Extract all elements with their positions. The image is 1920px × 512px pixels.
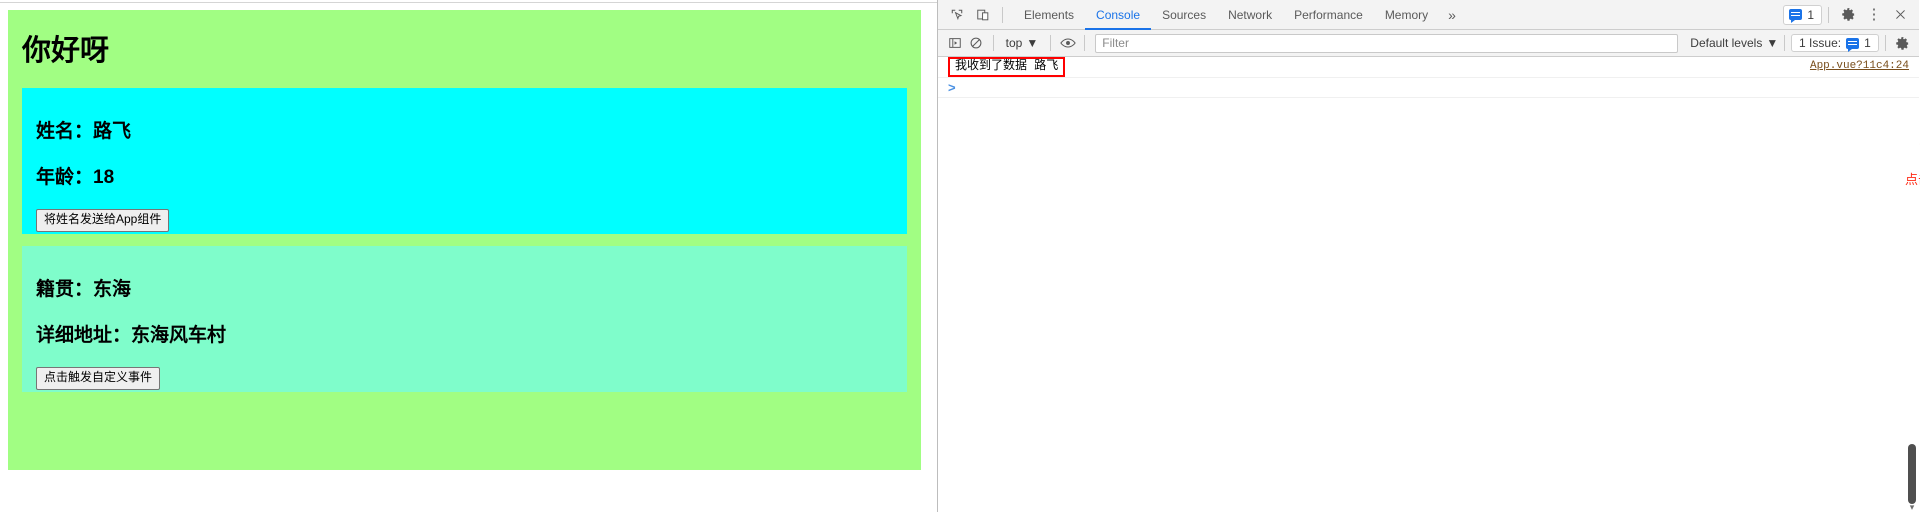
screen-root: 你好呀 姓名：路飞 年龄：18 将姓名发送给App组件 籍贯：东海 详细地址：东…	[0, 0, 1920, 512]
clear-console-icon[interactable]	[965, 31, 986, 55]
gear-icon[interactable]	[1835, 3, 1861, 27]
browser-page-viewport: 你好呀 姓名：路飞 年龄：18 将姓名发送给App组件 籍贯：东海 详细地址：东…	[0, 0, 938, 512]
close-icon[interactable]	[1887, 3, 1913, 27]
execution-context-value: top	[1005, 36, 1023, 50]
tab-memory[interactable]: Memory	[1374, 0, 1439, 30]
log-levels-value: Default levels	[1690, 36, 1763, 50]
scroll-down-arrow-icon[interactable]: ▾	[1907, 502, 1917, 512]
tab-elements[interactable]: Elements	[1013, 0, 1085, 30]
prompt-caret-icon: >	[948, 80, 956, 95]
device-toolbar-icon[interactable]	[970, 3, 996, 27]
console-log-source-link[interactable]: App.vue?11c4:24	[1810, 60, 1909, 72]
console-scrollbar[interactable]: ▾	[1908, 384, 1917, 512]
speech-bubble-icon	[1789, 9, 1803, 23]
tab-network[interactable]: Network	[1217, 0, 1283, 30]
kebab-menu-icon[interactable]: ⋮	[1861, 3, 1887, 27]
more-tabs-icon[interactable]: »	[1439, 7, 1465, 23]
toolbar-divider	[1002, 6, 1003, 23]
student-name-line: 姓名：路飞	[36, 121, 132, 142]
console-log-row[interactable]: 我收到了数据 路飞 App.vue?11c4:24	[938, 56, 1919, 78]
console-scrollbar-thumb[interactable]	[1908, 444, 1916, 504]
chevron-down-icon-levels: ▼	[1766, 36, 1779, 50]
toolbar-divider-2	[1828, 6, 1829, 23]
tab-sources[interactable]: Sources	[1151, 0, 1217, 30]
filterbar-divider-4	[1784, 35, 1786, 51]
issues-label: 1 Issue:	[1799, 36, 1842, 50]
trigger-custom-event-button[interactable]: 点击触发自定义事件	[36, 366, 161, 390]
filterbar-divider-3	[1084, 35, 1086, 51]
student-component-card: 姓名：路飞 年龄：18 将姓名发送给App组件	[22, 88, 907, 234]
school-origin-line: 籍贯：东海	[36, 279, 132, 300]
tab-console[interactable]: Console	[1085, 0, 1151, 30]
chevron-down-icon: ▼	[1026, 36, 1039, 50]
devtools-panel: Elements Console Sources Network Perform…	[938, 0, 1920, 512]
page-top-divider	[0, 0, 937, 3]
execution-context-selector[interactable]: top ▼	[1000, 36, 1045, 50]
filterbar-divider-5	[1884, 35, 1886, 51]
live-expression-icon[interactable]	[1057, 31, 1078, 55]
console-message-area[interactable]: 我收到了数据 路飞 App.vue?11c4:24 > 点击按钮后，父组件已经收…	[938, 56, 1920, 512]
message-count-badge[interactable]: 1	[1783, 4, 1822, 25]
send-name-to-app-button[interactable]: 将姓名发送给App组件	[36, 208, 170, 232]
devtools-tab-strip: Elements Console Sources Network Perform…	[1013, 0, 1465, 30]
console-sidebar-icon[interactable]	[944, 31, 965, 55]
log-levels-selector[interactable]: Default levels ▼	[1690, 36, 1778, 50]
speech-bubble-icon-issues	[1846, 37, 1860, 52]
annotation-note-text: 点击按钮后，父组件已经收到数据	[1905, 172, 1920, 187]
student-age-line: 年龄：18	[36, 166, 115, 188]
issues-count: 1	[1864, 36, 1871, 50]
school-component-card: 籍贯：东海 详细地址：东海风车村 点击触发自定义事件	[22, 246, 907, 392]
filterbar-divider	[992, 35, 994, 51]
filterbar-divider-2	[1050, 35, 1052, 51]
console-prompt-row[interactable]: >	[938, 78, 1919, 98]
console-settings-gear-icon[interactable]	[1892, 31, 1913, 55]
devtools-toolbar: Elements Console Sources Network Perform…	[938, 0, 1919, 30]
tab-performance[interactable]: Performance	[1283, 0, 1374, 30]
console-filter-bar: top ▼ Default levels ▼ 1 Issue: 1	[938, 30, 1919, 57]
page-title: 你好呀	[22, 35, 110, 67]
inspect-element-icon[interactable]	[944, 3, 970, 27]
school-address-line: 详细地址：东海风车村	[36, 324, 227, 346]
app-component-container: 你好呀 姓名：路飞 年龄：18 将姓名发送给App组件 籍贯：东海 详细地址：东…	[8, 10, 921, 470]
console-filter-input[interactable]	[1095, 33, 1679, 53]
issues-button[interactable]: 1 Issue: 1	[1791, 34, 1879, 52]
message-count-value: 1	[1807, 7, 1814, 22]
console-log-message: 我收到了数据 路飞	[948, 56, 1066, 78]
